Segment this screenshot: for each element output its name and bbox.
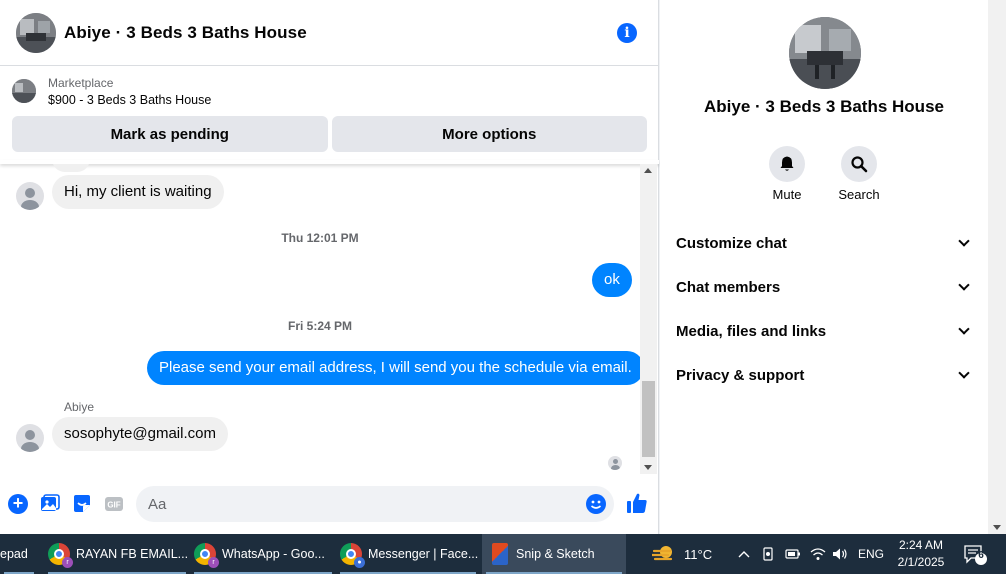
timestamp: Thu 12:01 PM (281, 231, 359, 245)
message-bubble-partial[interactable] (52, 164, 90, 172)
listing-avatar[interactable] (16, 12, 56, 53)
search-button[interactable] (841, 146, 877, 182)
clock-time: 2:24 AM (898, 538, 944, 552)
plus-icon[interactable]: + (8, 494, 28, 514)
chevron-down-icon (958, 367, 970, 379)
conversation-info-pane: Abiye · 3 Beds 3 Baths House Mute Search… (660, 0, 988, 534)
chrome-icon: r (194, 543, 219, 568)
sender-avatar[interactable] (16, 424, 44, 452)
taskbar-label: Snip & Sketch (516, 547, 595, 561)
chevron-down-icon (958, 323, 970, 335)
outgoing-message[interactable]: ok (592, 263, 632, 297)
scroll-up-icon[interactable] (644, 168, 652, 173)
notification-center-icon[interactable]: 6 (962, 534, 988, 574)
section-media-files-links[interactable]: Media, files and links (668, 311, 980, 351)
taskbar-item-chrome-rayan[interactable]: r RAYAN FB EMAIL... (44, 534, 190, 574)
language-indicator[interactable]: ENG (858, 534, 884, 574)
info-avatar[interactable] (789, 17, 861, 89)
mark-as-pending-button[interactable]: Mark as pending (12, 116, 328, 152)
search-label: Search (838, 187, 880, 202)
taskbar-item-notepad[interactable]: epad (0, 534, 38, 574)
chevron-down-icon (958, 279, 970, 291)
taskbar-item-chrome-whatsapp[interactable]: r WhatsApp - Goo... (190, 534, 336, 574)
window-scrollbar[interactable] (988, 0, 1006, 534)
clock[interactable]: 2:24 AM 2/1/2025 (896, 534, 946, 574)
message-list: Hi, my client is waiting Thu 12:01 PM ok… (0, 164, 640, 480)
taskbar: epad r RAYAN FB EMAIL... r WhatsApp - Go… (0, 534, 1006, 574)
snip-sketch-icon (492, 543, 508, 565)
taskbar-item-snip-sketch[interactable]: Snip & Sketch (482, 534, 626, 574)
sender-name: Abiye (64, 400, 95, 414)
message-composer: + GIF (0, 484, 659, 524)
listing-price-title: $900 - 3 Beds 3 Baths House (48, 92, 212, 107)
search-icon (851, 156, 868, 173)
taskbar-label: Messenger | Face... (368, 547, 479, 561)
sticker-icon[interactable] (72, 494, 92, 514)
section-customize-chat[interactable]: Customize chat (668, 223, 980, 263)
emoji-icon[interactable] (586, 494, 606, 514)
chat-scrollbar[interactable] (640, 164, 657, 474)
message-input[interactable] (136, 486, 614, 522)
battery-icon[interactable] (785, 534, 801, 574)
mute-label: Mute (772, 187, 802, 202)
scroll-thumb[interactable] (642, 381, 655, 457)
taskbar-label: WhatsApp - Goo... (222, 547, 325, 561)
photo-icon[interactable] (40, 494, 60, 514)
seen-indicator-icon (608, 456, 622, 470)
thumbs-up-icon[interactable] (626, 492, 648, 514)
bell-icon (780, 156, 794, 171)
scroll-down-icon[interactable] (644, 465, 652, 470)
svg-text:GIF: GIF (107, 501, 120, 510)
incoming-message[interactable]: Hi, my client is waiting (52, 175, 224, 209)
incoming-message[interactable]: sosophyte@gmail.com (52, 417, 228, 451)
taskbar-label: RAYAN FB EMAIL... (76, 547, 189, 561)
tray-chevron-up-icon[interactable] (738, 534, 750, 574)
temperature[interactable]: 11°C (684, 534, 712, 574)
volume-icon[interactable] (832, 534, 848, 574)
weather-icon[interactable] (652, 543, 676, 563)
listing-thumbnail (12, 79, 36, 103)
gif-icon[interactable]: GIF (104, 494, 124, 514)
chrome-icon: ● (340, 543, 365, 568)
listing-actions: Mark as pending More options (12, 116, 647, 152)
chevron-down-icon (958, 235, 970, 247)
sender-avatar[interactable] (16, 182, 44, 210)
taskbar-label: epad (0, 547, 28, 561)
chat-pane: Abiye · 3 Beds 3 Baths House i Marketpla… (0, 0, 659, 534)
timestamp: Fri 5:24 PM (287, 319, 353, 333)
scroll-down-icon[interactable] (993, 525, 1001, 530)
info-title: Abiye · 3 Beds 3 Baths House (704, 97, 944, 116)
section-privacy-support[interactable]: Privacy & support (668, 355, 980, 395)
more-options-button[interactable]: More options (331, 116, 647, 152)
marketplace-label: Marketplace (48, 75, 114, 90)
mute-button[interactable] (769, 146, 805, 182)
section-chat-members[interactable]: Chat members (668, 267, 980, 307)
meet-icon[interactable] (762, 534, 776, 574)
chat-title[interactable]: Abiye · 3 Beds 3 Baths House (64, 23, 307, 43)
chat-header: Abiye · 3 Beds 3 Baths House i (0, 0, 659, 66)
taskbar-item-chrome-messenger[interactable]: ● Messenger | Face... (336, 534, 480, 574)
info-icon[interactable]: i (617, 23, 637, 43)
clock-date: 2/1/2025 (897, 555, 945, 569)
outgoing-message[interactable]: Please send your email address, I will s… (147, 351, 640, 385)
chrome-icon: r (48, 543, 73, 568)
marketplace-listing[interactable]: Marketplace $900 - 3 Beds 3 Baths House (0, 67, 659, 115)
notification-count: 6 (978, 550, 984, 561)
wifi-icon[interactable] (810, 534, 826, 574)
